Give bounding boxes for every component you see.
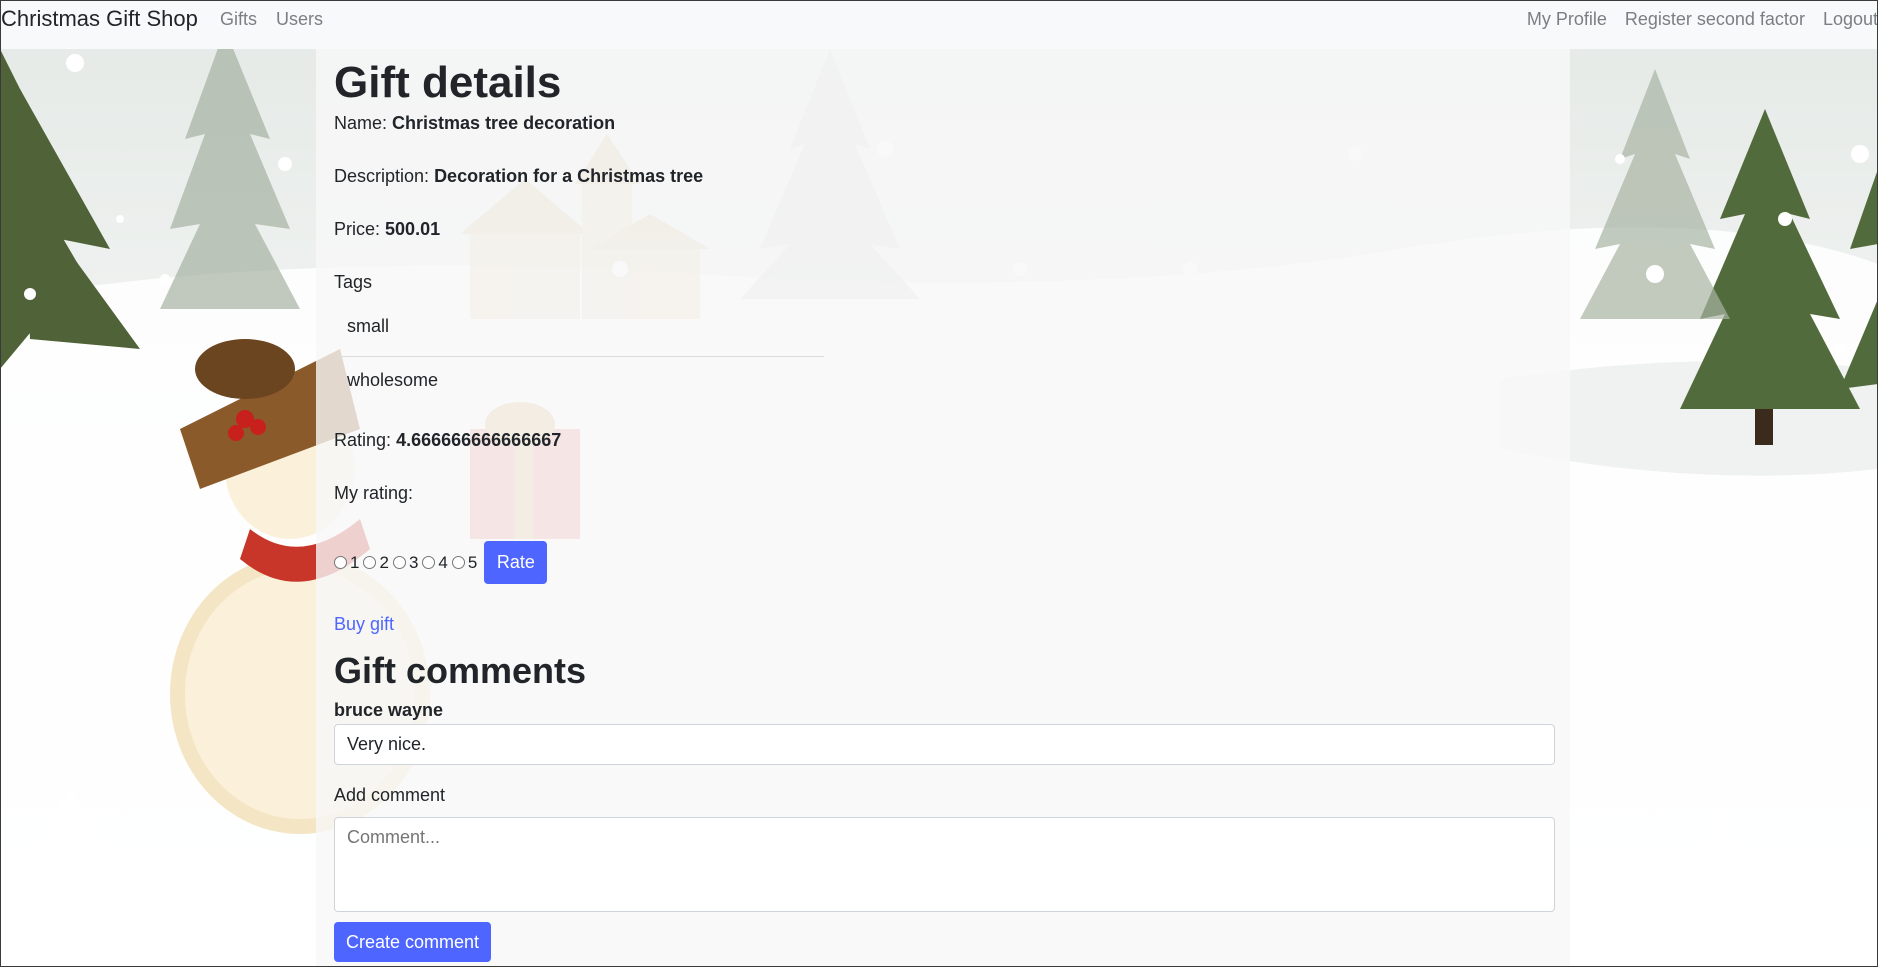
tag-item: small bbox=[334, 304, 824, 357]
comment-input[interactable] bbox=[334, 817, 1555, 912]
brand-link[interactable]: Christmas Gift Shop bbox=[1, 6, 198, 32]
add-comment-label: Add comment bbox=[334, 785, 446, 805]
nav-link-my-profile[interactable]: My Profile bbox=[1527, 9, 1607, 30]
gift-name-row: Name: Christmas tree decoration bbox=[334, 113, 615, 134]
tag-item: wholesome bbox=[347, 370, 439, 390]
main-content: Gift details Name: Christmas tree decora… bbox=[316, 49, 1570, 967]
buy-gift-link[interactable]: Buy gift bbox=[334, 614, 394, 635]
page-title: Gift details bbox=[334, 58, 562, 107]
nav-link-gifts[interactable]: Gifts bbox=[220, 9, 257, 30]
nav-link-logout[interactable]: Logout bbox=[1823, 9, 1878, 30]
rating-radio-4[interactable] bbox=[422, 556, 436, 569]
rating-radio-3[interactable] bbox=[392, 556, 406, 569]
rating-radio-2[interactable] bbox=[363, 556, 377, 569]
rating-value: 4.666666666666667 bbox=[396, 430, 562, 450]
rating-option-label: 5 bbox=[467, 552, 478, 572]
gift-price-label: Price: bbox=[334, 219, 381, 239]
nav-link-users[interactable]: Users bbox=[276, 9, 323, 30]
rating-label: Rating: bbox=[334, 430, 392, 450]
rating-option-label: 1 bbox=[350, 552, 360, 572]
rating-radio-1[interactable] bbox=[334, 556, 347, 569]
rating-options: 1 2 3 4 5 Rate bbox=[334, 541, 548, 584]
nav-right: My Profile Register second factor Logout bbox=[1527, 9, 1878, 30]
gift-price-row: Price: 500.01 bbox=[334, 219, 440, 240]
gift-description-value: Decoration for a Christmas tree bbox=[434, 166, 704, 186]
gift-price-value: 500.01 bbox=[385, 219, 441, 239]
comment-author: bruce wayne bbox=[334, 700, 444, 720]
rating-option-label: 3 bbox=[408, 552, 419, 572]
rating-radio-5[interactable] bbox=[451, 556, 465, 569]
rating-option-label: 4 bbox=[438, 552, 448, 572]
rating-row: Rating: 4.666666666666667 bbox=[334, 430, 561, 451]
gift-description-row: Description: Decoration for a Christmas … bbox=[334, 166, 703, 187]
rate-button[interactable]: Rate bbox=[484, 541, 548, 584]
tags-label: Tags bbox=[334, 272, 373, 292]
rating-option-label: 2 bbox=[379, 552, 389, 572]
gift-name-value: Christmas tree decoration bbox=[392, 113, 616, 133]
create-comment-button[interactable]: Create comment bbox=[334, 922, 491, 962]
my-rating-label: My rating: bbox=[334, 483, 414, 503]
nav-left: Gifts Users bbox=[220, 9, 323, 30]
gift-name-label: Name: bbox=[334, 113, 388, 133]
comments-heading: Gift comments bbox=[334, 650, 587, 691]
gift-description-label: Description: bbox=[334, 166, 430, 186]
comment-text: Very nice. bbox=[334, 724, 1555, 765]
nav-link-register-second-factor[interactable]: Register second factor bbox=[1625, 9, 1805, 30]
navbar: Christmas Gift Shop Gifts Users My Profi… bbox=[0, 0, 1878, 49]
